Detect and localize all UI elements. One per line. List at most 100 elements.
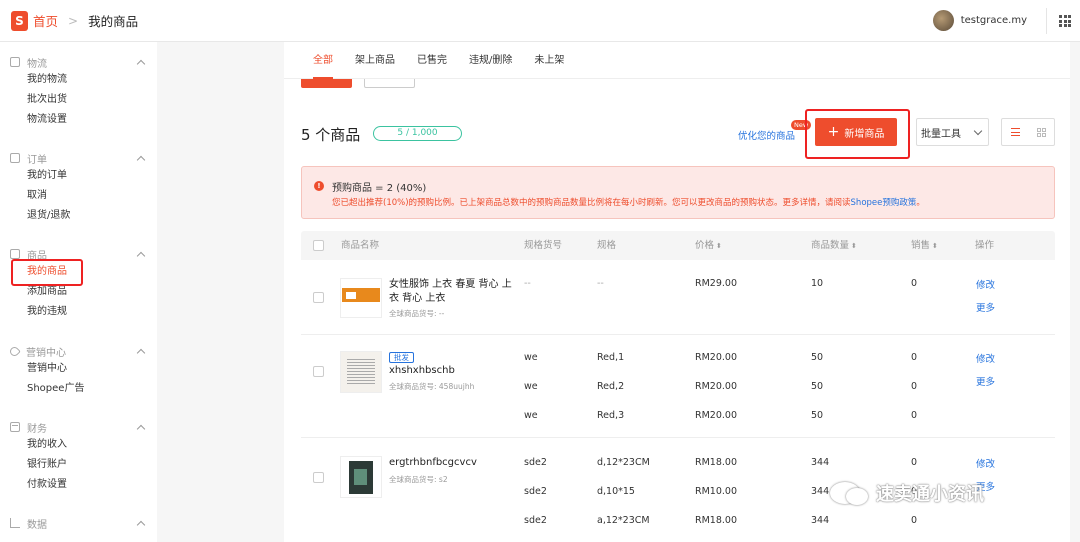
- grid-view-icon: [1036, 127, 1046, 137]
- sidebar-group-orders: 订单 我的订单 取消 退货/退款: [0, 150, 157, 226]
- sort-icon[interactable]: ⬍: [716, 242, 722, 250]
- sidebar-item-payment-settings[interactable]: 付款设置: [0, 475, 157, 495]
- more-link[interactable]: 更多: [976, 300, 995, 314]
- product-name[interactable]: 女性服饰 上衣 春夏 背心 上 衣 背心 上衣: [389, 278, 512, 306]
- sidebar-group-title: 营销中心: [26, 347, 66, 359]
- more-link[interactable]: 更多: [976, 374, 995, 388]
- variant-price: RM20.00: [695, 410, 737, 421]
- alert-icon: !: [314, 181, 324, 191]
- sidebar-item-cancellations[interactable]: 取消: [0, 186, 157, 206]
- variant-name: Red,3: [597, 410, 625, 421]
- variant-sales: 0: [911, 278, 918, 289]
- view-switcher: [1001, 118, 1055, 146]
- wechat-icon: [830, 482, 868, 505]
- breadcrumb-current: 我的商品: [88, 14, 139, 29]
- batch-tools-label: 批量工具: [921, 128, 961, 140]
- sidebar-group-header[interactable]: 物流: [0, 54, 157, 70]
- product-thumbnail[interactable]: [340, 456, 382, 498]
- row-checkbox[interactable]: [313, 292, 324, 303]
- tab-sold-out[interactable]: 已售完: [417, 42, 447, 79]
- sidebar-item-violations[interactable]: 我的违规: [0, 302, 157, 322]
- variant-sku: --: [524, 278, 531, 289]
- select-all-checkbox[interactable]: [313, 240, 324, 251]
- variant-stock: 344: [811, 515, 830, 526]
- alert-body: 您已超出推荐(10%)的预购比例。已上架商品总数中的预购商品数量比例将在每小时刷…: [332, 196, 925, 208]
- tab-live[interactable]: 架上商品: [355, 42, 395, 79]
- row-checkbox[interactable]: [313, 472, 324, 483]
- global-sku: 全球商品货号: --: [389, 309, 445, 318]
- global-sku: 全球商品货号: 458uujhh: [389, 382, 475, 391]
- header-stock[interactable]: 商品数量 ⬍: [811, 231, 857, 260]
- variant-stock: 50: [811, 410, 824, 421]
- product-thumbnail[interactable]: [340, 351, 382, 393]
- alert-suffix: 。: [916, 198, 925, 208]
- header-sales[interactable]: 销售 ⬍: [911, 231, 938, 260]
- main-panel: 全部 架上商品 已售完 违规/删除 未上架 5 个商品 5 / 1,000 优化…: [284, 42, 1070, 542]
- variant-sku: we: [524, 381, 538, 392]
- preorder-policy-link[interactable]: Shopee预购政策: [851, 198, 917, 208]
- user-menu[interactable]: testgrace.my: [932, 10, 1027, 31]
- header-price[interactable]: 价格 ⬍: [695, 231, 722, 260]
- tab-all[interactable]: 全部: [313, 42, 333, 79]
- variant-price: RM20.00: [695, 352, 737, 363]
- product-quota-badge: 5 / 1,000: [373, 126, 462, 141]
- header-stock-label: 商品数量: [811, 240, 850, 251]
- sort-icon[interactable]: ⬍: [932, 242, 938, 250]
- chevron-up-icon[interactable]: [136, 424, 146, 433]
- sidebar: 物流 我的物流 批次出货 物流设置 订单 我的订单 取消 退货/退款 商品 我的…: [0, 42, 157, 542]
- table-row: 女性服饰 上衣 春夏 背心 上 衣 背心 上衣 全球商品货号: -- -- --…: [301, 260, 1055, 335]
- tab-unlisted[interactable]: 未上架: [534, 42, 564, 79]
- variant-sales: 0: [911, 381, 918, 392]
- edit-link[interactable]: 修改: [976, 277, 995, 291]
- chevron-up-icon[interactable]: [136, 348, 146, 357]
- sidebar-group-header[interactable]: 财务: [0, 419, 157, 435]
- sort-icon[interactable]: ⬍: [851, 242, 857, 250]
- wholesale-badge: 批发: [389, 352, 414, 363]
- chevron-up-icon[interactable]: [136, 251, 146, 260]
- sidebar-item-batch-shipping[interactable]: 批次出货: [0, 90, 157, 110]
- sidebar-item-shopee-ads[interactable]: Shopee广告: [0, 379, 157, 399]
- optimize-products-link[interactable]: 优化您的商品: [738, 128, 795, 142]
- edit-link[interactable]: 修改: [976, 351, 995, 365]
- sidebar-item-bank-accounts[interactable]: 银行账户: [0, 455, 157, 475]
- sidebar-item-my-orders[interactable]: 我的订单: [0, 166, 157, 186]
- variant-sku: sde2: [524, 457, 547, 468]
- list-view-button[interactable]: [1002, 119, 1028, 145]
- grid-view-button[interactable]: [1028, 119, 1054, 145]
- breadcrumb-separator-icon: >: [68, 13, 79, 28]
- shopee-logo-icon[interactable]: S: [11, 10, 28, 31]
- avatar[interactable]: [932, 10, 954, 31]
- variant-name: a,12*23CM: [597, 515, 650, 526]
- variant-sku: we: [524, 410, 538, 421]
- sidebar-item-logistics-settings[interactable]: 物流设置: [0, 110, 157, 130]
- sidebar-group-header[interactable]: 数据: [0, 515, 157, 531]
- sidebar-item-returns[interactable]: 退货/退款: [0, 206, 157, 226]
- row-checkbox[interactable]: [313, 366, 324, 377]
- tag-icon: [8, 344, 21, 358]
- sidebar-group-header[interactable]: 营销中心: [0, 343, 157, 359]
- variant-name: Red,1: [597, 352, 625, 363]
- sidebar-item-my-income[interactable]: 我的收入: [0, 435, 157, 455]
- chevron-up-icon[interactable]: [136, 59, 146, 68]
- chart-icon: [10, 518, 20, 528]
- chevron-up-icon[interactable]: [136, 520, 146, 529]
- chevron-up-icon[interactable]: [136, 155, 146, 164]
- product-name[interactable]: ergtrhbnfbcgcvcv: [389, 456, 477, 470]
- sidebar-group-title: 订单: [27, 154, 47, 166]
- sidebar-group-header[interactable]: 订单: [0, 150, 157, 166]
- header-sales-label: 销售: [911, 240, 931, 251]
- tab-violation[interactable]: 违规/删除: [469, 42, 512, 79]
- variant-sku: we: [524, 352, 538, 363]
- product-name[interactable]: xhshxhbschb: [389, 364, 455, 378]
- breadcrumb-home[interactable]: 首页: [33, 11, 58, 30]
- product-thumbnail[interactable]: [340, 278, 382, 318]
- edit-link[interactable]: 修改: [976, 456, 995, 470]
- product-icon: [10, 249, 20, 259]
- variant-stock: 344: [811, 457, 830, 468]
- sidebar-item-marketing-centre[interactable]: 营销中心: [0, 359, 157, 379]
- sidebar-item-my-logistics[interactable]: 我的物流: [0, 70, 157, 90]
- username[interactable]: testgrace.my: [961, 15, 1027, 26]
- variant-name: Red,2: [597, 381, 625, 392]
- batch-tools-dropdown[interactable]: 批量工具: [916, 118, 989, 146]
- apps-grid-icon[interactable]: [1059, 15, 1071, 27]
